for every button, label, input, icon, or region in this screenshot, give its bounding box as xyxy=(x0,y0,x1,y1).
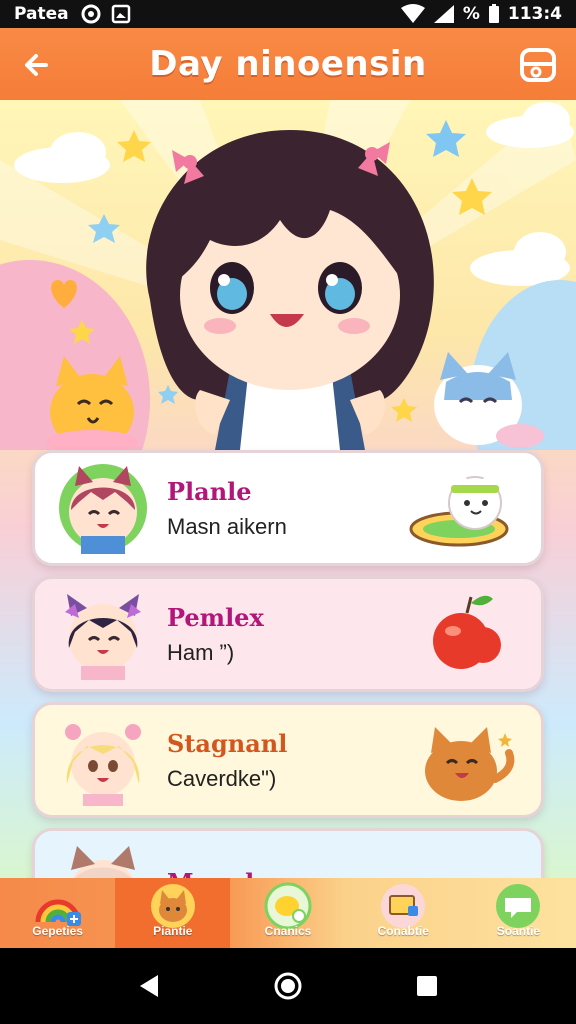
back-triangle-icon[interactable] xyxy=(134,971,164,1001)
chat-box-icon[interactable] xyxy=(516,42,560,86)
orange-cat-icon xyxy=(425,727,515,801)
nav-label: Conabtie xyxy=(377,924,429,938)
nav-item-gepeties[interactable]: Gepeties xyxy=(0,878,115,948)
wifi-icon xyxy=(400,4,425,23)
recents-square-icon[interactable] xyxy=(412,971,442,1001)
image-icon xyxy=(111,4,130,24)
nav-label: Cnanics xyxy=(264,924,312,938)
page-title: Day ninoensin xyxy=(149,44,427,84)
card-subtitle: Ham ”) xyxy=(167,639,235,665)
hero-illustration xyxy=(0,100,576,450)
list-item-pemlex[interactable]: Pemlex Ham ”) xyxy=(32,576,544,692)
avatar xyxy=(71,846,135,878)
card-title: Planle xyxy=(167,476,252,506)
list-item-planle[interactable]: Planle Masn aikern xyxy=(32,450,544,566)
sync-icon xyxy=(81,4,101,24)
card-decoration xyxy=(409,841,519,878)
card-title: Stagnanl xyxy=(167,728,288,758)
bottom-navigation: Gepeties Piantie Cnanics Conabtie Soanti… xyxy=(0,878,576,948)
nav-item-conabtie[interactable]: Conabtie xyxy=(346,878,461,948)
cat-face-icon xyxy=(150,884,195,928)
rainbow-icon xyxy=(35,899,81,926)
main-content: Planle Masn aikern Pemlex Ham ”) Stagnan… xyxy=(0,100,576,878)
signal-icon xyxy=(433,5,454,23)
apple-icon xyxy=(433,595,501,669)
lemon-icon xyxy=(264,882,312,930)
home-circle-icon[interactable] xyxy=(273,971,303,1001)
battery-icon xyxy=(488,4,499,23)
avatar xyxy=(59,464,147,554)
list-item-mraada[interactable]: Mraada xyxy=(32,828,544,878)
chat-bubble-icon xyxy=(496,884,541,928)
clock: 113:4 xyxy=(507,4,562,24)
carrier-name: Patea xyxy=(14,4,69,24)
cat-on-skateboard-icon xyxy=(409,469,509,547)
nav-label: Soantie xyxy=(496,924,541,938)
avatar xyxy=(65,724,141,806)
battery-label: % xyxy=(462,4,480,24)
status-bar: Patea % 113:4 xyxy=(0,0,576,28)
app-bar: Day ninoensin xyxy=(0,28,576,100)
card-title: Pemlex xyxy=(167,602,264,632)
nav-label: Gepeties xyxy=(32,924,83,938)
gift-icon xyxy=(381,884,426,928)
nav-item-piantie[interactable]: Piantie xyxy=(115,878,231,948)
list-item-stagnanl[interactable]: Stagnanl Caverdke") xyxy=(32,702,544,818)
avatar xyxy=(65,594,141,680)
card-subtitle: Masn aikern xyxy=(167,513,287,539)
nav-item-cnanics[interactable]: Cnanics xyxy=(230,878,345,948)
card-subtitle: Caverdke") xyxy=(167,765,277,791)
nav-label: Piantie xyxy=(153,924,193,938)
system-navigation-bar xyxy=(0,948,576,1024)
arrow-left-icon[interactable] xyxy=(18,46,56,84)
nav-item-soantie[interactable]: Soantie xyxy=(461,878,576,948)
card-title: Mraada xyxy=(167,868,409,879)
